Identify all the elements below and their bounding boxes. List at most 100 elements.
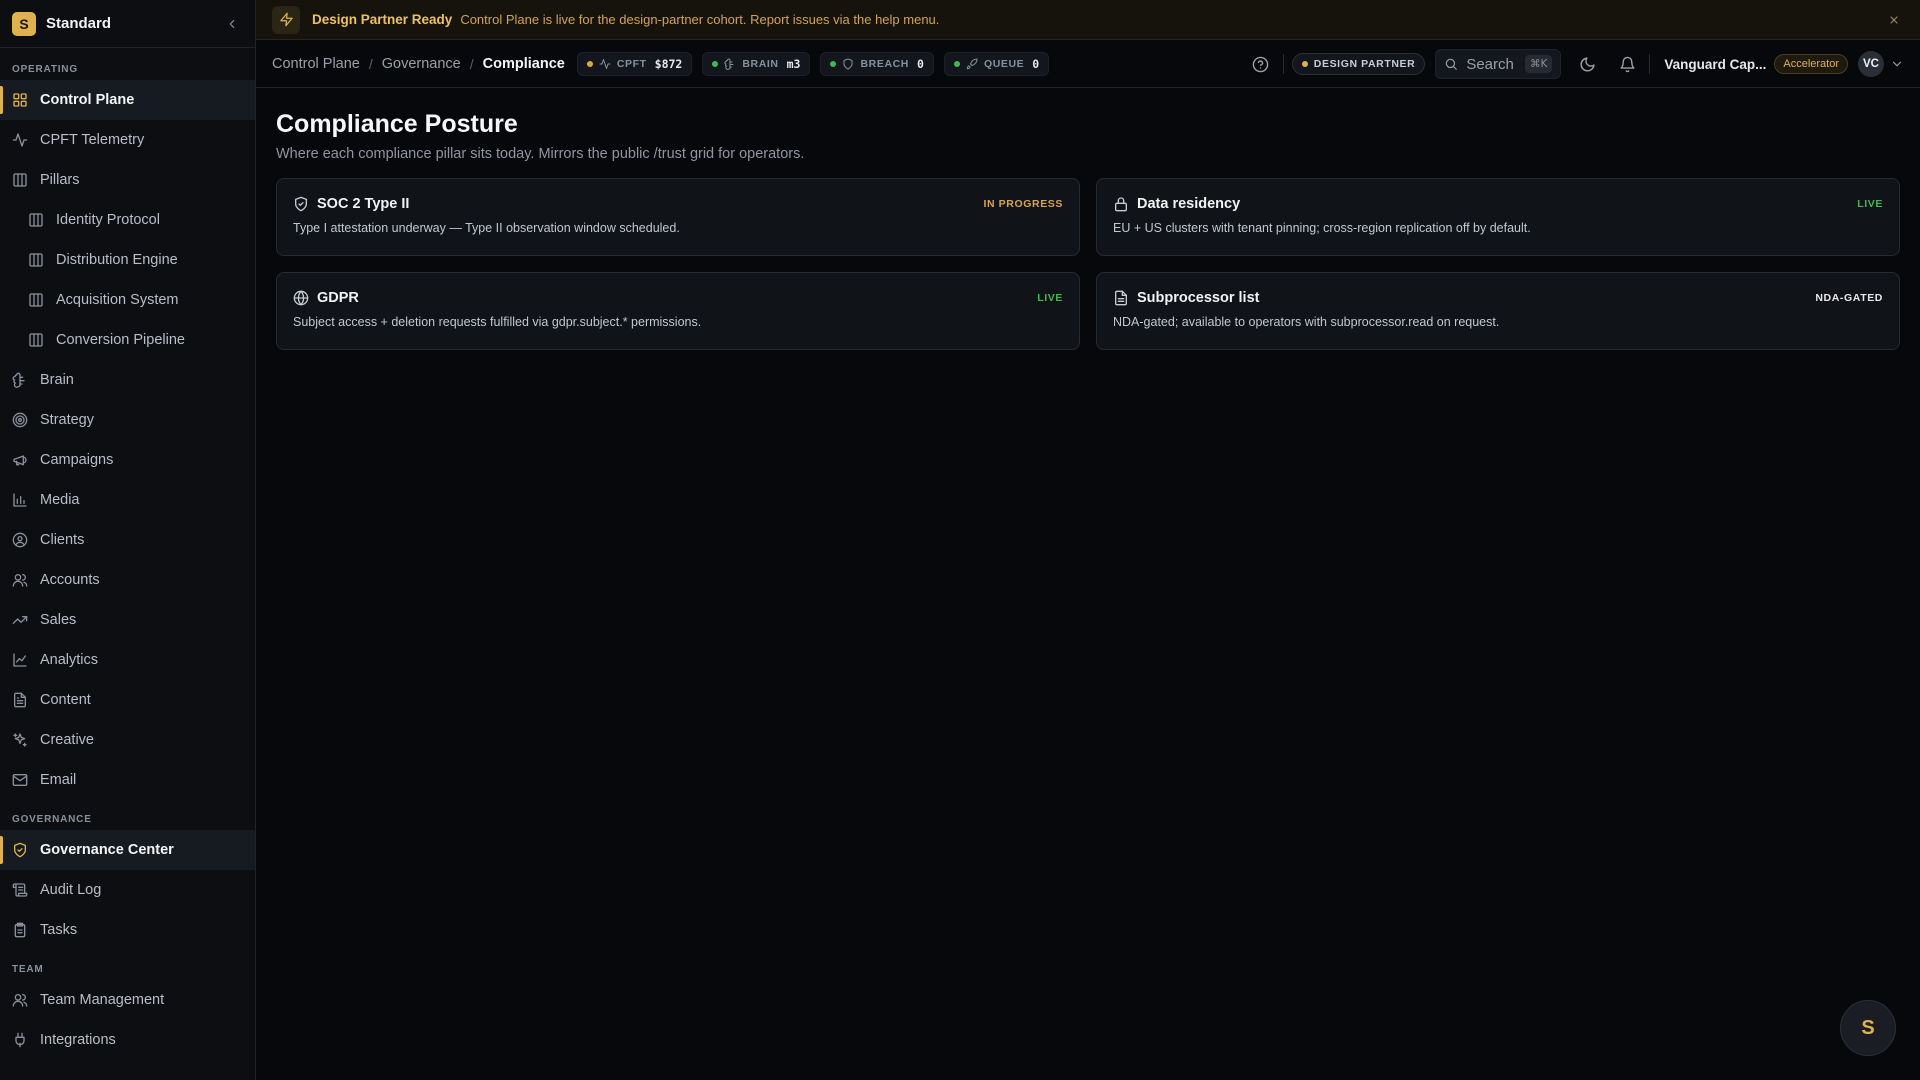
status-metrics: CPFT $872 BRAIN m3 BREACH 0 QUEUE 0: [576, 51, 1050, 76]
sidebar-item-label: Tasks: [40, 922, 78, 938]
metric-label: BRAIN: [742, 57, 779, 70]
status-badge: LIVE: [1857, 198, 1883, 210]
sidebar-item-label: Campaigns: [40, 452, 114, 468]
sparkles-icon: [13, 733, 27, 747]
compliance-card-subprocessor-list: Subprocessor list NDA-GATED NDA-gated; ava…: [1096, 272, 1900, 350]
collapse-sidebar-button[interactable]: [221, 13, 243, 35]
theme-toggle-button[interactable]: [1573, 50, 1601, 78]
sidebar-item-label: Brain: [40, 372, 74, 388]
search-label: Search: [1466, 55, 1514, 73]
design-partner-pill: DESIGN PARTNER: [1291, 53, 1426, 75]
columns-icon: [29, 253, 43, 267]
bell-icon: [1620, 56, 1635, 72]
breadcrumb-governance[interactable]: Governance: [382, 56, 461, 72]
columns-icon: [29, 213, 43, 227]
sidebar-item-clients[interactable]: Clients: [0, 520, 255, 560]
sidebar-item-sales[interactable]: Sales: [0, 600, 255, 640]
zap-icon: [272, 5, 300, 34]
sidebar-nav: OPERATING Control Plane CPFT Telemetry Pill…: [0, 48, 255, 1060]
sidebar-item-brain[interactable]: Brain: [0, 360, 255, 400]
brand-name: Standard: [46, 15, 112, 32]
page-title: Compliance Posture: [276, 110, 518, 138]
sidebar-item-label: Pillars: [40, 172, 80, 188]
status-badge: IN PROGRESS: [983, 198, 1063, 210]
assistant-fab-button[interactable]: S: [1840, 1000, 1896, 1056]
metric-value: m3: [786, 56, 801, 71]
card-description: NDA-gated; available to operators with s…: [1113, 315, 1500, 329]
card-description: Type I attestation underway — Type II ob…: [293, 221, 680, 235]
metric-cpft[interactable]: CPFT $872: [576, 51, 693, 76]
breadcrumb: Control Plane / Governance / Compliance: [272, 56, 565, 72]
plan-badge: Accelerator: [1774, 54, 1848, 74]
sidebar-item-content[interactable]: Content: [0, 680, 255, 720]
sidebar-item-creative[interactable]: Creative: [0, 720, 255, 760]
design-partner-label: DESIGN PARTNER: [1313, 58, 1416, 70]
document-icon: [1115, 290, 1127, 306]
section-label-team: TEAM: [12, 963, 44, 975]
sidebar-item-media[interactable]: Media: [0, 480, 255, 520]
help-button[interactable]: [1247, 50, 1275, 78]
sidebar-item-email[interactable]: Email: [0, 760, 255, 800]
close-banner-button[interactable]: [1884, 10, 1904, 30]
sidebar-item-label: Control Plane: [40, 92, 135, 108]
sidebar-item-conversion-pipeline[interactable]: Conversion Pipeline: [0, 320, 255, 360]
sidebar-item-identity-protocol[interactable]: Identity Protocol: [0, 200, 255, 240]
card-header: GDPR: [293, 289, 1063, 307]
top-header: Control Plane / Governance / Compliance CPFT…: [256, 40, 1920, 88]
metric-value: 0: [1032, 56, 1040, 71]
sidebar-item-governance-center[interactable]: Governance Center: [0, 830, 255, 870]
metric-label: BREACH: [860, 57, 909, 70]
metric-breach[interactable]: BREACH 0: [820, 51, 934, 76]
sidebar-item-label: Acquisition System: [56, 292, 179, 308]
card-title: SOC 2 Type II: [317, 196, 410, 212]
notifications-button[interactable]: [1613, 50, 1641, 78]
brand: S Standard: [0, 0, 255, 48]
sidebar-item-label: Distribution Engine: [56, 252, 178, 268]
file-text-icon: [14, 692, 26, 708]
metric-queue[interactable]: QUEUE 0: [943, 51, 1050, 76]
brand-logo: S: [12, 11, 36, 36]
status-dot: [953, 60, 960, 67]
metric-brain[interactable]: BRAIN m3: [702, 51, 811, 76]
sidebar-item-label: Clients: [40, 532, 85, 548]
card-description: EU + US clusters with tenant pinning; cr…: [1113, 221, 1531, 235]
status-dot: [1301, 61, 1308, 67]
sidebar-item-tasks[interactable]: Tasks: [0, 910, 255, 950]
compliance-grid: SOC 2 Type II IN PROGRESS Type I attestati…: [276, 178, 1900, 350]
sidebar-item-control-plane[interactable]: Control Plane: [0, 80, 255, 120]
banner-title: Design Partner Ready: [312, 12, 453, 27]
sidebar-item-campaigns[interactable]: Campaigns: [0, 440, 255, 480]
search-button[interactable]: Search ⌘K: [1435, 49, 1562, 79]
sidebar-item-team-management[interactable]: Team Management: [0, 980, 255, 1020]
grid-icon: [13, 93, 27, 107]
sidebar-item-audit-log[interactable]: Audit Log: [0, 870, 255, 910]
section-label-operating: OPERATING: [12, 63, 78, 75]
sidebar-item-distribution-engine[interactable]: Distribution Engine: [0, 240, 255, 280]
sidebar-item-label: Creative: [40, 732, 94, 748]
rocket-icon: [966, 57, 978, 69]
banner-text: Control Plane is live for the design-par…: [460, 12, 940, 27]
sidebar-item-pillars[interactable]: Pillars: [0, 160, 255, 200]
status-dot: [712, 60, 719, 67]
sidebar-item-accounts[interactable]: Accounts: [0, 560, 255, 600]
breadcrumb-control-plane[interactable]: Control Plane: [272, 56, 360, 72]
shield-icon: [843, 58, 853, 69]
sidebar-item-label: Conversion Pipeline: [56, 332, 185, 348]
org-switcher[interactable]: Vanguard Cap... Accelerator VC: [1658, 51, 1904, 77]
sidebar-item-acquisition-system[interactable]: Acquisition System: [0, 280, 255, 320]
sidebar-item-integrations[interactable]: Integrations: [0, 1020, 255, 1060]
activity-icon: [12, 133, 28, 147]
announcement-banner: Design Partner Ready Control Plane is li…: [256, 0, 1920, 40]
sidebar-item-label: Sales: [40, 612, 77, 628]
sidebar-item-analytics[interactable]: Analytics: [0, 640, 255, 680]
sidebar-item-cpft-telemetry[interactable]: CPFT Telemetry: [0, 120, 255, 160]
sidebar-item-label: CPFT Telemetry: [40, 132, 145, 148]
sidebar-item-label: Integrations: [40, 1032, 116, 1048]
card-title: Data residency: [1137, 196, 1241, 212]
sidebar-item-strategy[interactable]: Strategy: [0, 400, 255, 440]
card-header: Subprocessor list: [1113, 289, 1883, 307]
users-icon: [12, 574, 28, 587]
status-dot: [830, 60, 837, 67]
card-title: GDPR: [317, 290, 359, 306]
status-badge: LIVE: [1037, 292, 1063, 304]
